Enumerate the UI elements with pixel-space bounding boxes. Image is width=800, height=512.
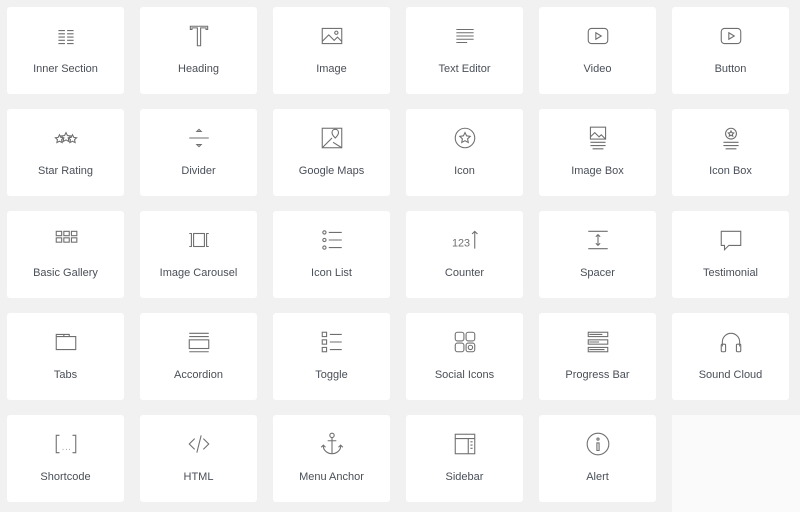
widget-toggle[interactable]: Toggle — [273, 313, 390, 400]
widget-label: Icon Box — [709, 165, 752, 177]
widget-social-icons[interactable]: Social Icons — [406, 313, 523, 400]
widget-label: Divider — [181, 165, 216, 177]
tabs-icon — [52, 328, 80, 356]
icon-list-icon — [318, 226, 346, 254]
widget-inner-section[interactable]: Inner Section — [7, 7, 124, 94]
widget-basic-gallery[interactable]: Basic Gallery — [7, 211, 124, 298]
widget-sound-cloud[interactable]: Sound Cloud — [672, 313, 789, 400]
widget-label: HTML — [183, 471, 214, 483]
info-icon — [584, 430, 612, 458]
text-editor-icon — [451, 22, 479, 50]
widget-label: Text Editor — [438, 63, 491, 75]
widget-divider[interactable]: Divider — [140, 109, 257, 196]
widget-icon[interactable]: Icon — [406, 109, 523, 196]
image-box-icon — [584, 124, 612, 152]
widget-icon-box[interactable]: Icon Box — [672, 109, 789, 196]
widget-label: Shortcode — [40, 471, 91, 483]
widget-label: Google Maps — [298, 165, 365, 177]
widget-label: Icon — [454, 165, 475, 177]
widget-label: Button — [714, 63, 747, 75]
widget-image-carousel[interactable]: Image Carousel — [140, 211, 257, 298]
widget-sidebar[interactable]: Sidebar — [406, 415, 523, 502]
svg-text:123: 123 — [452, 238, 470, 250]
video-icon — [584, 22, 612, 50]
heading-icon — [185, 22, 213, 50]
image-icon — [318, 22, 346, 50]
star-circle-icon — [451, 124, 479, 152]
gallery-icon — [52, 226, 80, 254]
widget-tabs[interactable]: Tabs — [7, 313, 124, 400]
widget-menu-anchor[interactable]: Menu Anchor — [273, 415, 390, 502]
widget-testimonial[interactable]: Testimonial — [672, 211, 789, 298]
social-icons-icon — [451, 328, 479, 356]
widget-star-rating[interactable]: Star Rating — [7, 109, 124, 196]
widget-button[interactable]: Button — [672, 7, 789, 94]
widget-accordion[interactable]: Accordion — [140, 313, 257, 400]
widget-label: Basic Gallery — [33, 267, 98, 279]
sidebar-icon — [451, 430, 479, 458]
widget-label: Image Carousel — [159, 267, 238, 279]
widget-label: Star Rating — [37, 165, 94, 177]
divider-icon — [185, 124, 213, 152]
counter-icon: 123 — [451, 226, 479, 254]
google-maps-icon — [318, 124, 346, 152]
progress-bar-icon — [584, 328, 612, 356]
widget-label: Heading — [178, 63, 219, 75]
shortcode-icon — [52, 430, 80, 458]
carousel-icon — [185, 226, 213, 254]
widget-alert[interactable]: Alert — [539, 415, 656, 502]
widget-label: Image — [316, 63, 347, 75]
widget-image-box[interactable]: Image Box — [539, 109, 656, 196]
widget-label: Spacer — [580, 267, 615, 279]
headphones-icon — [717, 328, 745, 356]
widget-label: Progress Bar — [565, 369, 630, 381]
empty-area — [672, 415, 800, 512]
widget-label: Sound Cloud — [698, 369, 763, 381]
accordion-icon — [185, 328, 213, 356]
widget-html[interactable]: HTML — [140, 415, 257, 502]
inner-section-icon — [52, 22, 80, 50]
widget-label: Accordion — [174, 369, 223, 381]
widget-icon-list[interactable]: Icon List — [273, 211, 390, 298]
widget-label: Sidebar — [445, 471, 484, 483]
code-icon — [185, 430, 213, 458]
button-icon — [717, 22, 745, 50]
anchor-icon — [318, 430, 346, 458]
widget-counter[interactable]: 123 Counter — [406, 211, 523, 298]
widget-label: Social Icons — [434, 369, 495, 381]
widget-label: Tabs — [53, 369, 78, 381]
widget-label: Testimonial — [702, 267, 759, 279]
widget-label: Counter — [444, 267, 485, 279]
widget-progress-bar[interactable]: Progress Bar — [539, 313, 656, 400]
widget-label: Alert — [586, 471, 609, 483]
widget-label: Menu Anchor — [299, 471, 364, 483]
widget-shortcode[interactable]: Shortcode — [7, 415, 124, 502]
widget-label: Toggle — [315, 369, 348, 381]
star-rating-icon — [52, 124, 80, 152]
widget-label: Inner Section — [33, 63, 98, 75]
widget-spacer[interactable]: Spacer — [539, 211, 656, 298]
icon-box-icon — [717, 124, 745, 152]
widget-google-maps[interactable]: Google Maps — [273, 109, 390, 196]
widget-label: Video — [583, 63, 612, 75]
toggle-icon — [318, 328, 346, 356]
widget-label: Image Box — [571, 165, 624, 177]
widget-image[interactable]: Image — [273, 7, 390, 94]
testimonial-icon — [717, 226, 745, 254]
widget-label: Icon List — [311, 267, 352, 279]
widget-text-editor[interactable]: Text Editor — [406, 7, 523, 94]
widget-heading[interactable]: Heading — [140, 7, 257, 94]
spacer-icon — [584, 226, 612, 254]
widget-video[interactable]: Video — [539, 7, 656, 94]
